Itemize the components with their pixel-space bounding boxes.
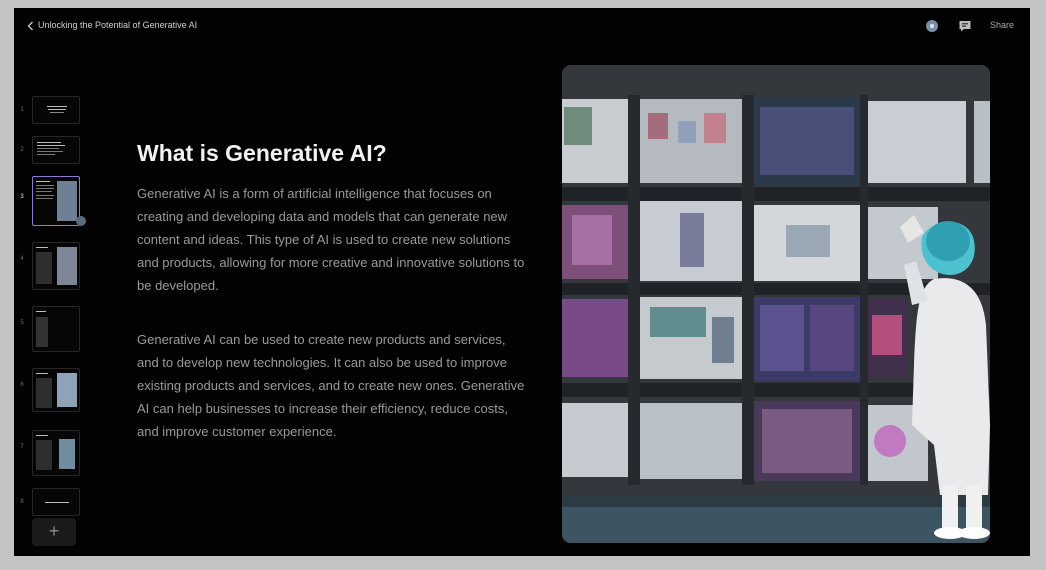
slide-preview — [32, 136, 80, 164]
slide-preview — [32, 488, 80, 516]
slide-thumbnail-3[interactable]: 3 — [18, 176, 98, 232]
slide-preview — [32, 430, 80, 476]
presentation-editor: Unlocking the Potential of Generative AI… — [14, 8, 1030, 556]
slide-preview — [32, 368, 80, 412]
add-slide-button[interactable]: + — [32, 518, 76, 546]
slide-number: 4 — [20, 256, 24, 262]
slide-image[interactable] — [562, 65, 990, 543]
slide-badge — [76, 216, 86, 226]
slide-thumbnail-4[interactable]: 4 — [18, 242, 98, 298]
share-button[interactable]: Share — [990, 20, 1014, 30]
slide-number: 2 — [20, 147, 24, 153]
slide-preview — [32, 306, 80, 352]
slide-number: 1 — [20, 107, 24, 113]
slide-preview — [32, 242, 80, 290]
slide-thumbnail-5[interactable]: 5 — [18, 306, 98, 356]
slide-number: 3 — [20, 194, 24, 200]
slide-thumbnail-6[interactable]: 6 — [18, 368, 98, 418]
comment-icon — [959, 21, 971, 32]
slide-paragraph-2[interactable]: Generative AI can be used to create new … — [137, 328, 527, 443]
slide-number: 5 — [20, 320, 24, 326]
slide-preview — [32, 176, 80, 226]
slide-preview — [32, 96, 80, 124]
slide-title[interactable]: What is Generative AI? — [137, 140, 387, 167]
plus-icon: + — [48, 521, 60, 541]
top-bar: Unlocking the Potential of Generative AI… — [14, 8, 1030, 44]
slide-number: 8 — [20, 499, 24, 505]
slide-number: 6 — [20, 382, 24, 388]
user-avatar[interactable] — [926, 20, 938, 32]
slide-thumbnail-1[interactable]: 1 — [18, 96, 98, 136]
chevron-left-icon — [27, 21, 33, 31]
slide-thumbnail-7[interactable]: 7 — [18, 430, 98, 480]
gallery-wall-illustration — [562, 65, 990, 543]
document-title[interactable]: Unlocking the Potential of Generative AI — [38, 20, 197, 30]
slide-paragraph-1[interactable]: Generative AI is a form of artificial in… — [137, 182, 527, 297]
slide-number: 7 — [20, 444, 24, 450]
slide-thumbnail-2[interactable]: 2 — [18, 136, 98, 176]
back-button[interactable] — [24, 19, 38, 33]
comment-button[interactable] — [957, 18, 973, 34]
